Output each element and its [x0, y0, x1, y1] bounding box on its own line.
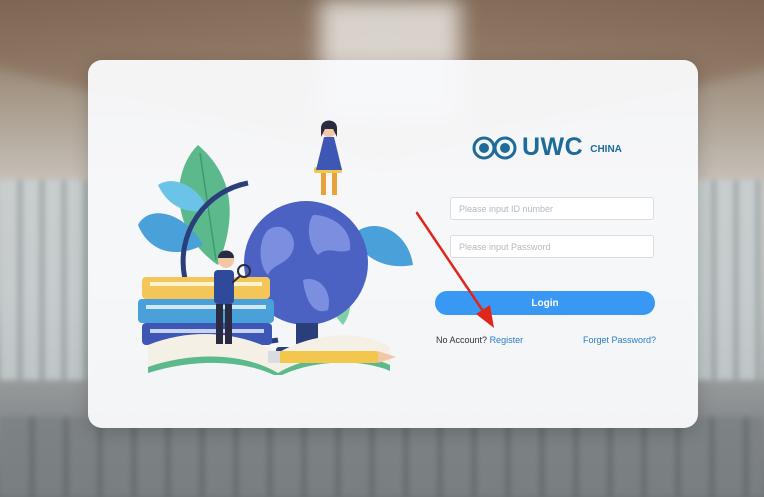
login-card: UWC CHINA Login No Account? Register For…	[88, 60, 698, 428]
no-account-text: No Account?	[436, 335, 488, 345]
login-button[interactable]: Login	[435, 291, 655, 315]
forgot-password-link[interactable]: Forget Password?	[583, 335, 656, 345]
uwc-globe-logo-icon	[472, 136, 517, 159]
logo-subtitle: CHINA	[590, 144, 622, 155]
uwc-china-logo: UWC CHINA	[472, 135, 622, 160]
password-input[interactable]	[450, 235, 654, 258]
register-link[interactable]: Register	[490, 335, 524, 345]
id-number-input[interactable]	[450, 197, 654, 220]
reading-illustration	[138, 120, 413, 375]
register-row: No Account? Register	[436, 335, 523, 345]
logo-name: UWC	[522, 133, 584, 161]
